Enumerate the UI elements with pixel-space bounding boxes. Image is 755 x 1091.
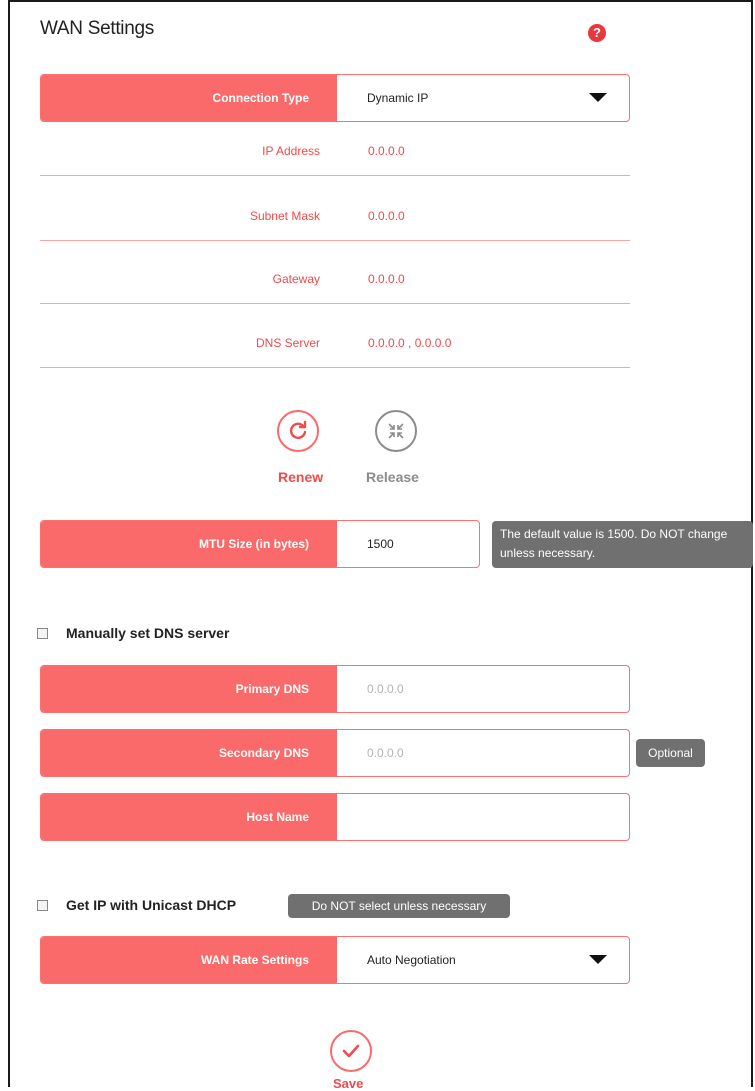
- secondary-dns-input[interactable]: 0.0.0.0: [337, 730, 629, 776]
- info-row-dns-server: DNS Server 0.0.0.0 , 0.0.0.0: [40, 308, 630, 368]
- ip-address-value: 0.0.0.0: [368, 144, 405, 158]
- renew-label[interactable]: Renew: [278, 469, 323, 485]
- host-name-field: Host Name: [40, 793, 630, 841]
- page-title: WAN Settings: [40, 18, 154, 39]
- unicast-dhcp-label[interactable]: Get IP with Unicast DHCP: [66, 897, 236, 913]
- host-name-label: Host Name: [41, 794, 337, 840]
- mtu-field: MTU Size (in bytes) 1500: [40, 520, 480, 568]
- wan-rate-selected: Auto Negotiation: [367, 953, 456, 967]
- primary-dns-label: Primary DNS: [41, 666, 337, 712]
- release-button[interactable]: [375, 410, 417, 452]
- chevron-down-icon[interactable]: [589, 93, 607, 102]
- checkmark-icon: [342, 1044, 360, 1058]
- optional-badge: Optional: [636, 739, 705, 767]
- settings-panel: WAN Settings ? Connection Type Dynamic I…: [8, 0, 753, 1091]
- info-row-gateway: Gateway 0.0.0.0: [40, 244, 630, 304]
- manual-dns-checkbox[interactable]: [37, 628, 48, 639]
- secondary-dns-field: Secondary DNS 0.0.0.0: [40, 729, 630, 777]
- info-row-subnet-mask: Subnet Mask 0.0.0.0: [40, 181, 630, 241]
- secondary-dns-label: Secondary DNS: [41, 730, 337, 776]
- subnet-mask-label: Subnet Mask: [249, 209, 320, 223]
- question-circle-icon[interactable]: ?: [588, 24, 606, 42]
- release-label[interactable]: Release: [366, 469, 419, 485]
- info-row-ip-address: IP Address 0.0.0.0: [40, 116, 630, 176]
- mtu-label: MTU Size (in bytes): [41, 521, 337, 567]
- unicast-dhcp-checkbox[interactable]: [37, 900, 48, 911]
- wan-rate-value[interactable]: Auto Negotiation: [337, 937, 629, 983]
- renew-button[interactable]: [277, 410, 319, 452]
- save-label[interactable]: Save: [333, 1076, 363, 1091]
- collapse-arrows-icon: [388, 423, 404, 439]
- host-name-input[interactable]: [337, 794, 629, 840]
- connection-type-selected: Dynamic IP: [367, 91, 429, 105]
- connection-type-label: Connection Type: [41, 75, 337, 121]
- mtu-input[interactable]: 1500: [337, 521, 479, 567]
- connection-type-select[interactable]: Connection Type Dynamic IP: [40, 74, 630, 122]
- dns-server-value: 0.0.0.0 , 0.0.0.0: [368, 336, 452, 350]
- dns-server-label: DNS Server: [255, 336, 320, 350]
- ip-address-label: IP Address: [262, 144, 320, 158]
- mtu-tooltip: The default value is 1500. Do NOT change…: [492, 521, 753, 568]
- unicast-dhcp-tooltip: Do NOT select unless necessary: [288, 894, 510, 918]
- gateway-label: Gateway: [272, 272, 320, 286]
- wan-rate-label: WAN Rate Settings: [41, 937, 337, 983]
- primary-dns-input[interactable]: 0.0.0.0: [337, 666, 629, 712]
- chevron-down-icon[interactable]: [589, 955, 607, 964]
- manual-dns-label[interactable]: Manually set DNS server: [66, 625, 229, 641]
- wan-rate-select[interactable]: WAN Rate Settings Auto Negotiation: [40, 936, 630, 984]
- refresh-icon: [289, 420, 307, 439]
- subnet-mask-value: 0.0.0.0: [368, 209, 405, 223]
- gateway-value: 0.0.0.0: [368, 272, 405, 286]
- primary-dns-field: Primary DNS 0.0.0.0: [40, 665, 630, 713]
- save-button[interactable]: [330, 1030, 372, 1072]
- connection-type-value[interactable]: Dynamic IP: [337, 75, 629, 121]
